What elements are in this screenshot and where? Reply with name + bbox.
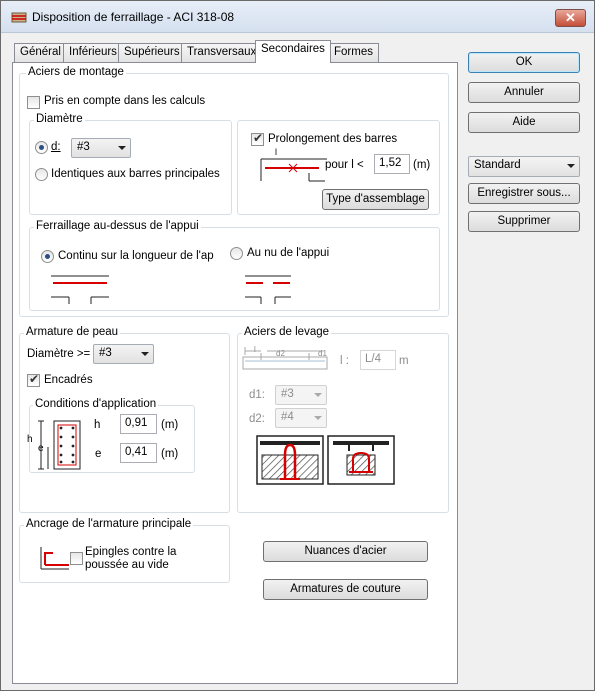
encadres-label: Encadrés [44,374,93,386]
h-label: h [94,419,101,431]
d-radio[interactable] [35,141,48,154]
ok-button[interactable]: OK [468,52,580,73]
tab-panel-secondaires: Aciers de montage Pris en compte dans le… [12,62,458,684]
continu-radio[interactable] [41,250,54,263]
prolongement-unit: (m) [413,159,431,171]
levage-section-diagram-2 [327,435,395,485]
supprimer-button[interactable]: Supprimer [468,211,580,232]
appui-label: Ferraillage au-dessus de l'appui [34,220,201,232]
epingles-checkbox[interactable] [70,552,83,565]
prolongement-label: Prolongement des barres [268,133,398,145]
aciers-levage-label: Aciers de levage [242,326,332,338]
levage-fig-d2: d2 [276,349,285,358]
chevron-down-icon [567,164,575,168]
conditions-label: Conditions d'application [33,398,159,410]
d2-select[interactable]: #4 [275,408,327,428]
levage-section-diagram-1 [256,435,324,485]
rebar-app-icon [11,12,27,23]
d1-select-value: #3 [281,388,294,400]
levage-fig-l: l [254,345,256,354]
close-button[interactable]: ✕ [555,9,586,27]
tab-inferieurs[interactable]: Inférieurs [63,43,123,62]
d2-select-value: #4 [281,411,294,423]
peau-fig-h: h [27,434,33,445]
e-input[interactable]: 0,41 [120,443,157,463]
identiques-radio[interactable] [35,168,48,181]
h-input[interactable]: 0,91 [120,414,157,434]
preset-select[interactable]: Standard [468,156,580,177]
continu-label: Continu sur la longueur de l'ap [58,250,214,262]
peau-diametre-select[interactable]: #3 [93,344,154,364]
title-bar: Disposition de ferraillage - ACI 318-08 … [1,1,594,33]
h-unit: (m) [161,419,179,431]
levage-l-label: l : [340,355,349,367]
tab-transversaux[interactable]: Transversaux [181,43,263,62]
prolongement-checkbox[interactable] [251,131,264,146]
pris-en-compte-checkbox[interactable] [27,96,40,109]
ancrage-diagram [40,547,69,570]
nuances-acier-button[interactable]: Nuances d'acier [263,541,428,562]
d-label: d: [51,141,61,153]
tab-general[interactable]: Général [14,43,67,62]
d2-label: d2: [249,413,265,425]
armatures-couture-button[interactable]: Armatures de couture [263,579,428,600]
d1-label: d1: [249,389,265,401]
levage-l-input[interactable]: L/4 [360,350,396,370]
au-nu-label: Au nu de l'appui [247,247,330,259]
peau-fig-e: e [38,443,44,454]
levage-l-unit: m [399,355,409,367]
chevron-down-icon [314,416,322,420]
pris-en-compte-label: Pris en compte dans les calculs [44,95,206,107]
encadres-checkbox[interactable] [27,372,40,387]
prolongement-fig-l: l [275,147,277,157]
chevron-down-icon [314,393,322,397]
identiques-label: Identiques aux barres principales [51,168,220,180]
prolongement-diagram [260,158,327,182]
peau-diametre-label: Diamètre >= [27,348,91,360]
au-nu-radio[interactable] [230,247,243,260]
aciers-montage-label: Aciers de montage [26,66,126,78]
chevron-down-icon [141,352,149,356]
type-assemblage-button[interactable]: Type d'assemblage [322,189,429,210]
aide-button[interactable]: Aide [468,112,580,133]
enregistrer-sous-button[interactable]: Enregistrer sous... [468,183,580,204]
annuler-button[interactable]: Annuler [468,82,580,103]
preset-select-value: Standard [474,159,521,171]
window-title: Disposition de ferraillage - ACI 318-08 [32,10,235,24]
tab-superieurs[interactable]: Supérieurs [118,43,186,62]
d1-select[interactable]: #3 [275,385,327,405]
ancrage-label: Ancrage de l'armature principale [24,518,194,530]
pour-l-label: pour l < [325,159,364,171]
tab-secondaires[interactable]: Secondaires [255,40,331,63]
peau-diametre-value: #3 [99,347,112,359]
au-nu-diagram [245,275,291,304]
diametre-label: Diamètre [34,113,85,125]
prolongement-length-input[interactable]: 1,52 [374,154,410,174]
levage-fig-d1: d1 [318,349,327,358]
d-select[interactable]: #3 [71,138,131,158]
dialog-window: Disposition de ferraillage - ACI 318-08 … [0,0,595,691]
e-unit: (m) [161,448,179,460]
d-select-value: #3 [77,141,90,153]
e-label: e [95,448,102,460]
tab-formes[interactable]: Formes [328,43,379,62]
chevron-down-icon [118,146,126,150]
epingles-label: Epingles contre la poussée au vide [85,546,177,571]
armature-peau-label: Armature de peau [24,326,121,338]
continu-diagram [51,275,109,304]
